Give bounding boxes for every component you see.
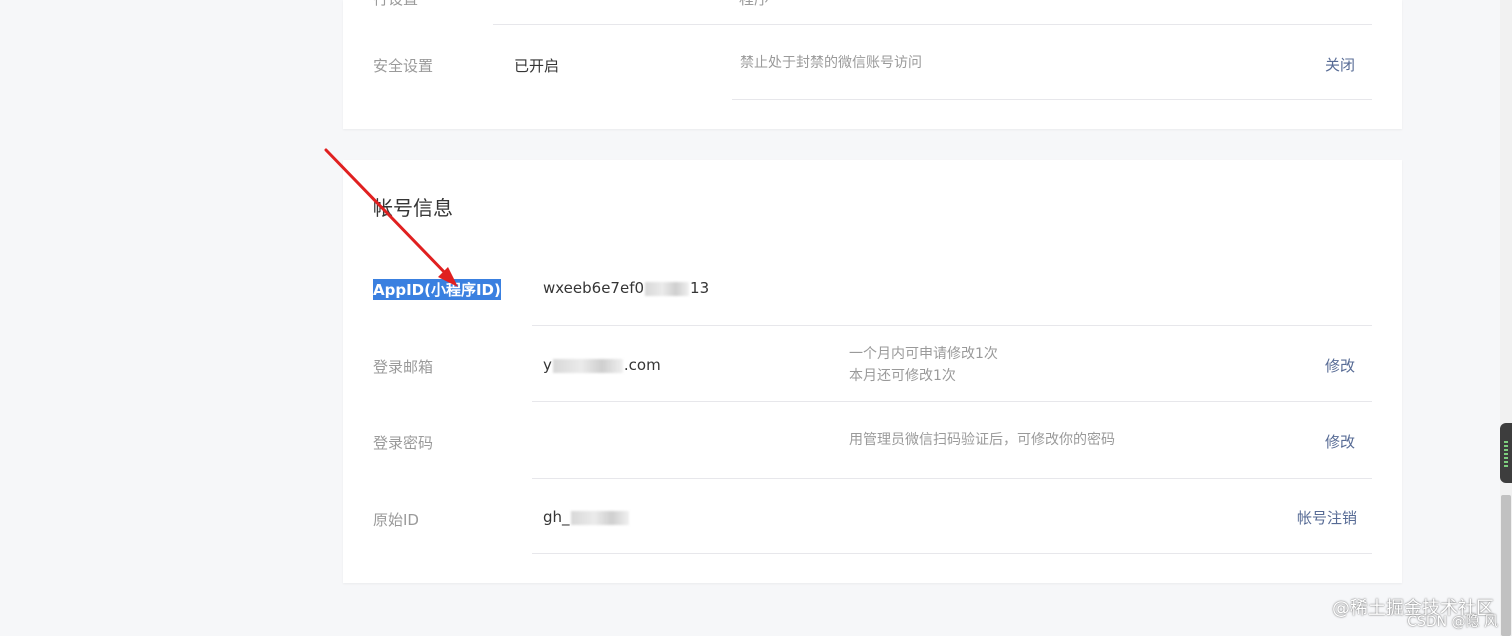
original-id-value: gh_ <box>543 508 630 526</box>
original-id-prefix: gh_ <box>543 508 570 526</box>
row-divider <box>493 24 1372 25</box>
row-divider <box>532 478 1372 479</box>
security-setting-status: 已开启 <box>514 57 560 75</box>
account-info-card: 帐号信息 AppID(小程序ID) wxeeb6e7ef0 13 登录邮箱 y .c… <box>343 160 1402 583</box>
watermark-csdn: CSDN @隐 风 <box>1407 614 1498 630</box>
settings-card: 行设置 程序 安全设置 已开启 禁止处于封禁的微信账号访问 关闭 <box>343 0 1402 129</box>
security-close-link[interactable]: 关闭 <box>1325 54 1355 75</box>
row-divider <box>732 99 1372 100</box>
account-cancel-link[interactable]: 帐号注销 <box>1297 507 1357 528</box>
email-value-suffix: .com <box>623 356 661 374</box>
login-email-label: 登录邮箱 <box>373 358 434 376</box>
signal-bars-icon <box>1504 441 1508 467</box>
cut-off-value: 程序 <box>739 0 769 9</box>
appid-value-suffix: 13 <box>690 279 710 297</box>
row-divider <box>532 325 1372 326</box>
original-id-label: 原始ID <box>373 511 419 529</box>
email-modify-link[interactable]: 修改 <box>1325 355 1355 376</box>
cut-off-label: 行设置 <box>373 0 418 9</box>
redacted-mask <box>570 510 629 525</box>
email-value-prefix: y <box>543 356 552 374</box>
security-setting-label: 安全设置 <box>373 57 434 75</box>
login-password-label: 登录密码 <box>373 434 434 452</box>
row-divider <box>532 553 1372 554</box>
side-widget-handle[interactable] <box>1500 423 1512 483</box>
appid-value-prefix: wxeeb6e7ef0 <box>543 279 645 297</box>
redacted-mask <box>645 281 690 296</box>
row-divider <box>532 401 1372 402</box>
appid-value: wxeeb6e7ef0 13 <box>543 279 709 297</box>
appid-label: AppID(小程序ID) <box>373 279 501 300</box>
email-desc-line1: 一个月内可申请修改1次 <box>849 346 998 362</box>
scrollbar-thumb[interactable] <box>1501 495 1511 636</box>
section-title: 帐号信息 <box>373 196 453 220</box>
redacted-mask <box>552 358 623 373</box>
password-modify-link[interactable]: 修改 <box>1325 431 1355 452</box>
email-desc-line2: 本月还可修改1次 <box>849 368 956 384</box>
page: 行设置 程序 安全设置 已开启 禁止处于封禁的微信账号访问 关闭 帐号信息 Ap… <box>0 0 1512 636</box>
password-desc: 用管理员微信扫码验证后，可修改你的密码 <box>849 432 1115 448</box>
security-setting-desc: 禁止处于封禁的微信账号访问 <box>740 55 922 71</box>
login-email-value: y .com <box>543 356 661 374</box>
